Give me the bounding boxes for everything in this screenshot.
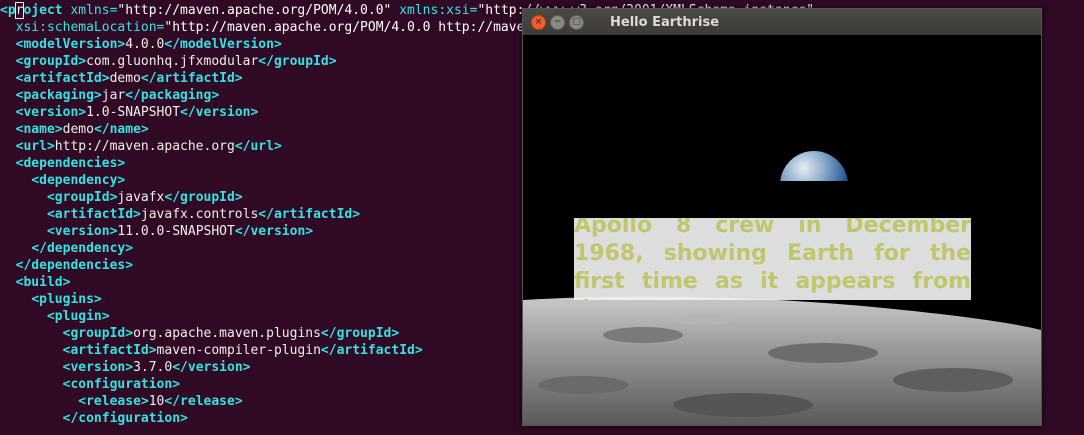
code-token: <configuration> <box>62 377 181 392</box>
code-token: 11.0.0-SNAPSHOT <box>117 224 235 239</box>
code-token: javafx <box>117 190 165 205</box>
code-token: xmlns= <box>70 3 118 18</box>
code-token: <version> <box>15 105 87 120</box>
code-token: xsi:schemaLocation= <box>15 20 165 35</box>
code-token: org.apache.maven.plugins <box>133 326 321 341</box>
code-token: </artifactId> <box>320 343 423 358</box>
code-token: <version> <box>46 224 118 239</box>
code-token: </name> <box>93 122 149 137</box>
minimize-button[interactable]: − <box>550 14 565 30</box>
code-token: <groupId> <box>46 190 118 205</box>
code-token: "http://maven.apache.org/POM/4.0.0" <box>117 3 400 18</box>
code-token: </groupId> <box>320 326 400 341</box>
code-token: <release> <box>78 394 149 409</box>
code-token: <dependency> <box>31 173 126 188</box>
code-token: </groupId> <box>164 190 243 205</box>
scroll-text: Apollo 8 crew in December 1968, showing … <box>574 218 971 300</box>
code-token: <artifactId> <box>62 343 157 358</box>
code-token: <artifactId> <box>46 207 141 222</box>
window-title: Hello Earthrise <box>610 14 720 30</box>
code-token: <groupId> <box>15 54 87 69</box>
code-token: </artifactId> <box>140 71 243 86</box>
code-token: <plugins> <box>31 292 102 307</box>
code-token: demo <box>109 71 141 86</box>
code-token: <modelVersion> <box>15 37 126 52</box>
code-token: xmlns:xsi= <box>399 3 478 18</box>
code-token: </packaging> <box>125 88 220 103</box>
code-token: 3.7.0 <box>133 360 173 375</box>
code-token: </dependency> <box>31 241 134 256</box>
code-token: </artifactId> <box>258 207 361 222</box>
code-token: </modelVersion> <box>164 37 282 52</box>
code-token: com.gluonhq.jfxmodular <box>86 54 259 69</box>
code-token: <build> <box>15 275 71 290</box>
code-token: 10 <box>148 394 165 409</box>
code-token: </version> <box>180 105 259 120</box>
earthrise-window[interactable]: × − □ Hello Earthrise Apollo 8 crew in D… <box>522 8 1042 426</box>
code-token: demo <box>62 122 94 137</box>
code-token: 4.0.0 <box>125 37 165 52</box>
code-token: javafx.controls <box>140 207 259 222</box>
code-token: <artifactId> <box>15 71 110 86</box>
code-token: </version> <box>172 360 251 375</box>
code-token: <plugin> <box>46 309 110 324</box>
code-token: <p <box>0 3 16 18</box>
code-token: <name> <box>15 122 63 137</box>
code-token: maven-compiler-plugin <box>156 343 321 358</box>
code-token: </url> <box>234 139 282 154</box>
close-button[interactable]: × <box>531 14 546 30</box>
code-token: http://maven.apache.org <box>54 139 235 154</box>
code-token: </groupId> <box>258 54 337 69</box>
code-token: </release> <box>164 394 243 409</box>
code-token: <version> <box>62 360 134 375</box>
code-token: <dependencies> <box>15 156 126 171</box>
scrolling-text-panel: Apollo 8 crew in December 1968, showing … <box>574 218 971 300</box>
code-token: </version> <box>234 224 314 239</box>
code-token: <packaging> <box>15 88 102 103</box>
code-token: <url> <box>15 139 55 154</box>
maximize-button[interactable]: □ <box>569 14 584 30</box>
code-token: </configuration> <box>62 411 188 426</box>
window-titlebar[interactable]: × − □ Hello Earthrise <box>523 9 1041 35</box>
earthrise-canvas: Apollo 8 crew in December 1968, showing … <box>523 35 1041 425</box>
code-token: oject <box>23 3 71 18</box>
code-token: <groupId> <box>62 326 134 341</box>
code-token: 1.0-SNAPSHOT <box>86 105 181 120</box>
code-token: </dependencies> <box>15 258 134 273</box>
code-token: jar <box>101 88 126 103</box>
